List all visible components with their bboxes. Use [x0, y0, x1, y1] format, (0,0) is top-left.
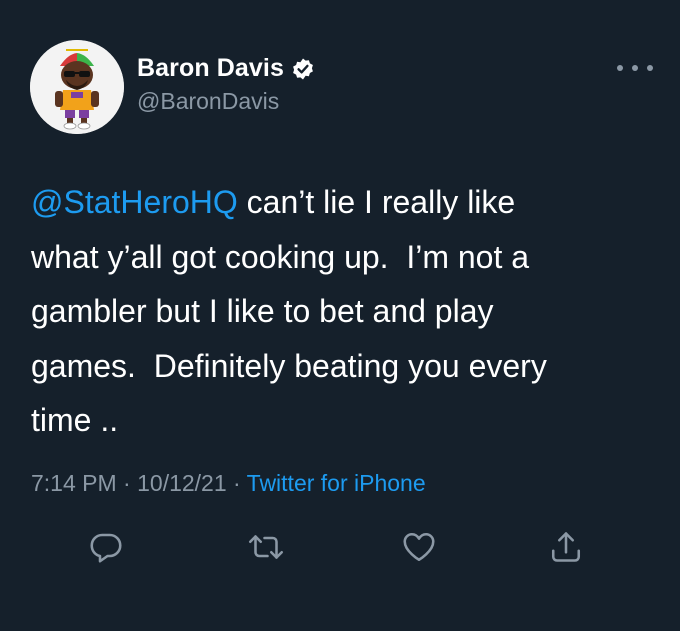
mention-link[interactable]: @StatHeroHQ [31, 184, 238, 220]
tweet-line: what y’all got cooking up. I’m not a [31, 238, 530, 275]
like-button[interactable] [397, 525, 441, 569]
author-name-row: Baron Davis [137, 54, 315, 83]
verified-badge-icon [293, 58, 313, 79]
tweet-source-link[interactable]: Twitter for iPhone [247, 470, 426, 496]
tweet-line: gambler but I like to bet and play [31, 293, 494, 329]
reply-icon [90, 533, 122, 563]
tweet-date[interactable]: 10/12/21 [137, 470, 227, 496]
more-horizontal-icon-dot [632, 65, 638, 71]
more-horizontal-icon-dot [617, 65, 623, 71]
more-options-button[interactable] [617, 56, 653, 80]
meta-separator: · [226, 470, 247, 496]
tweet-line: games. Definitely beating you every [31, 347, 547, 384]
share-button[interactable] [544, 525, 588, 569]
action-bar [0, 525, 680, 569]
display-name[interactable]: Baron Davis [137, 54, 284, 83]
meta-separator: · [116, 470, 138, 496]
tweet-line: @StatHeroHQ can’t lie I really like [31, 175, 661, 230]
heart-icon [403, 532, 435, 562]
retweet-icon [248, 535, 284, 559]
tweet-line-text: can’t lie I really like [237, 184, 516, 220]
avatar[interactable] [30, 40, 124, 134]
retweet-button[interactable] [244, 525, 288, 569]
more-horizontal-icon-dot [647, 65, 653, 71]
share-icon [551, 532, 581, 562]
tweet-text: @StatHeroHQ can’t lie I really like what… [31, 175, 661, 448]
tweet-card: Baron Davis @BaronDavis @StatHeroHQ can’… [0, 0, 680, 631]
tweet-meta: 7:14 PM · 10/12/21 · Twitter for iPhone [31, 470, 426, 497]
reply-button[interactable] [84, 525, 128, 569]
handle[interactable]: @BaronDavis [137, 88, 279, 115]
tweet-line: time .. [31, 402, 119, 438]
tweet-time[interactable]: 7:14 PM [31, 470, 117, 496]
cartoon-character-avatar-icon [30, 40, 124, 134]
